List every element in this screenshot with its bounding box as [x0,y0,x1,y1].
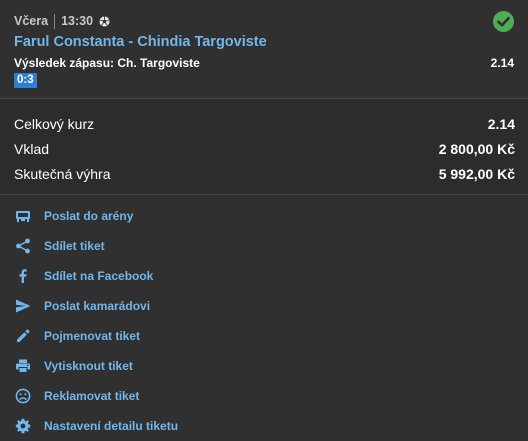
gear-icon [15,418,31,434]
match-title-link[interactable]: Farul Constanta - Chindia Targoviste [14,34,267,50]
action-label: Poslat kamarádovi [44,299,151,313]
action-label: Pojmenovat tiket [44,329,141,343]
ticket-detail-settings-button[interactable]: Nastavení detailu tiketu [0,411,528,441]
win-row: Skutečná výhra 5 992,00 Kč [14,166,515,186]
share-facebook-button[interactable]: Sdílet na Facebook [0,261,528,291]
stake-value: 2 800,00 Kč [438,141,515,157]
meta-separator [54,13,56,29]
win-value: 5 992,00 Kč [438,166,515,182]
share-ticket-button[interactable]: Sdílet tiket [0,231,528,261]
soccer-ball-icon [99,15,110,27]
send-to-arena-button[interactable]: Poslat do arény [0,201,528,231]
bet-selection: Výsledek zápasu: Ch. Targoviste [14,56,200,70]
bet-day: Včera [14,14,49,28]
bet-meta: Včera 13:30 [14,12,110,30]
pencil-icon [15,328,31,344]
share-icon [15,238,31,254]
print-ticket-button[interactable]: Vytisknout tiket [0,351,528,381]
win-label: Skutečná výhra [14,166,111,182]
stake-row: Vklad 2 800,00 Kč [14,141,515,161]
arena-icon [15,208,31,224]
ticket-actions-menu: Poslat do arény Sdílet tiket Sdílet na F… [0,195,528,439]
bet-time: 13:30 [61,14,94,28]
selection-odd: 2.14 [490,56,514,70]
action-label: Vytisknout tiket [44,359,133,373]
sad-face-icon [15,388,31,404]
action-label: Poslat do arény [44,209,134,223]
check-circle-icon [493,11,514,32]
send-to-friend-button[interactable]: Poslat kamarádovi [0,291,528,321]
claim-ticket-button[interactable]: Reklamovat tiket [0,381,528,411]
printer-icon [15,358,31,374]
bet-summary: Celkový kurz 2.14 Vklad 2 800,00 Kč Skut… [0,99,528,194]
total-odds-value: 2.14 [487,116,515,132]
send-icon [15,298,31,314]
action-label: Sdílet tiket [44,239,105,253]
score-badge: 0:3 [14,73,37,88]
action-label: Reklamovat tiket [44,389,140,403]
bet-card: Včera 13:30 Farul Constanta - Chindia Ta… [0,0,528,98]
action-label: Sdílet na Facebook [44,269,154,283]
total-odds-row: Celkový kurz 2.14 [14,116,515,136]
facebook-icon [15,268,31,284]
stake-label: Vklad [14,141,50,157]
rename-ticket-button[interactable]: Pojmenovat tiket [0,321,528,351]
action-label: Nastavení detailu tiketu [44,419,179,433]
total-odds-label: Celkový kurz [14,116,95,132]
